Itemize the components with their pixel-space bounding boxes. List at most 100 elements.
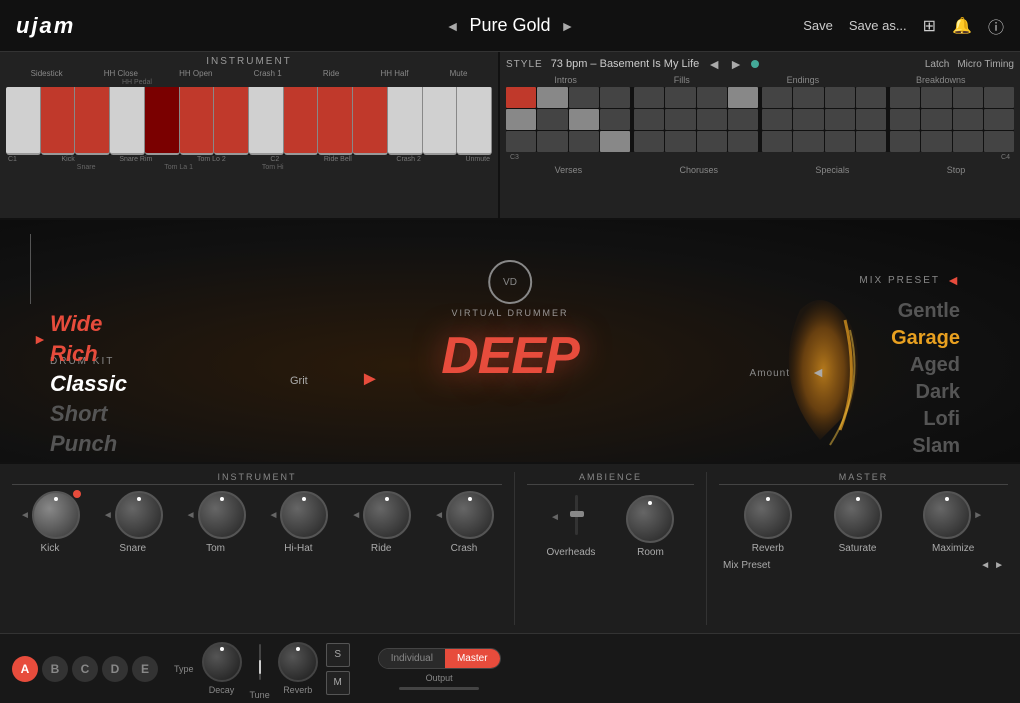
style-key[interactable]: [793, 87, 823, 108]
bell-icon[interactable]: 🔔: [952, 16, 972, 36]
style-key[interactable]: [953, 109, 983, 130]
solo-button[interactable]: S: [326, 643, 350, 667]
piano-key-d2[interactable]: [284, 87, 319, 155]
style-key[interactable]: [856, 87, 886, 108]
style-key[interactable]: [762, 87, 792, 108]
crash-knob[interactable]: [446, 491, 494, 539]
style-next-button[interactable]: ►: [729, 56, 743, 72]
style-key[interactable]: [506, 87, 536, 108]
kick-left-arrow[interactable]: ◄: [20, 510, 30, 521]
type-button-c[interactable]: C: [72, 656, 98, 682]
style-key[interactable]: [537, 87, 567, 108]
style-key[interactable]: [697, 131, 727, 152]
reverb-knob[interactable]: [744, 491, 792, 539]
style-key[interactable]: [600, 109, 630, 130]
style-key[interactable]: [665, 109, 695, 130]
piano-key-f2[interactable]: [353, 87, 388, 155]
style-key[interactable]: [506, 109, 536, 130]
hihat-knob[interactable]: [280, 491, 328, 539]
style-key[interactable]: [697, 87, 727, 108]
mix-item-slam[interactable]: Slam: [891, 435, 960, 458]
output-master-button[interactable]: Master: [445, 649, 500, 668]
maximize-right-arrow[interactable]: ►: [973, 510, 983, 521]
style-keyboard[interactable]: [506, 87, 1014, 152]
latch-label[interactable]: Latch: [925, 59, 949, 70]
style-key[interactable]: [600, 87, 630, 108]
style-key[interactable]: [728, 131, 758, 152]
piano-key-e1[interactable]: [75, 87, 110, 155]
room-knob[interactable]: [626, 495, 674, 543]
tom-knob[interactable]: [198, 491, 246, 539]
piano-key-a2[interactable]: [423, 87, 458, 155]
style-key[interactable]: [984, 109, 1014, 130]
style-prev-button[interactable]: ◄: [707, 56, 721, 72]
output-level-slider[interactable]: [399, 687, 479, 690]
save-button[interactable]: Save: [803, 18, 833, 33]
maximize-knob[interactable]: [923, 491, 971, 539]
micro-timing-label[interactable]: Micro Timing: [957, 59, 1014, 70]
style-key[interactable]: [762, 109, 792, 130]
style-key[interactable]: [825, 131, 855, 152]
master-mix-next-arrow[interactable]: ►: [994, 560, 1004, 571]
drum-kit-item-classic[interactable]: Classic: [50, 371, 127, 397]
grit-arrow[interactable]: ►: [360, 368, 380, 391]
type-button-b[interactable]: B: [42, 656, 68, 682]
type-button-a[interactable]: A: [12, 656, 38, 682]
mute-button[interactable]: M: [326, 671, 350, 695]
style-key[interactable]: [953, 87, 983, 108]
style-key-group-1[interactable]: [506, 87, 536, 152]
style-key[interactable]: [537, 109, 567, 130]
style-key[interactable]: [634, 109, 664, 130]
snare-left-arrow[interactable]: ◄: [103, 510, 113, 521]
drum-kit-item-rich[interactable]: Rich: [50, 341, 127, 367]
style-key[interactable]: [728, 109, 758, 130]
style-key[interactable]: [665, 87, 695, 108]
crash-left-arrow[interactable]: ◄: [434, 510, 444, 521]
style-key[interactable]: [921, 131, 951, 152]
ride-knob[interactable]: [363, 491, 411, 539]
hihat-left-arrow[interactable]: ◄: [268, 510, 278, 521]
reverb-toolbar-knob[interactable]: [278, 642, 318, 682]
style-key[interactable]: [856, 131, 886, 152]
style-key[interactable]: [600, 131, 630, 152]
tom-left-arrow[interactable]: ◄: [186, 510, 196, 521]
style-key[interactable]: [984, 87, 1014, 108]
style-key[interactable]: [793, 109, 823, 130]
mix-item-dark[interactable]: Dark: [891, 381, 960, 404]
master-mix-prev-arrow[interactable]: ◄: [980, 560, 990, 571]
output-individual-button[interactable]: Individual: [379, 649, 445, 668]
expand-icon[interactable]: ⊞: [923, 16, 936, 36]
saturate-knob[interactable]: [834, 491, 882, 539]
style-key[interactable]: [890, 109, 920, 130]
style-key[interactable]: [825, 109, 855, 130]
style-key-group-2[interactable]: [537, 87, 567, 152]
type-button-d[interactable]: D: [102, 656, 128, 682]
style-key[interactable]: [537, 131, 567, 152]
style-key[interactable]: [984, 131, 1014, 152]
mix-item-lofi[interactable]: Lofi: [891, 408, 960, 431]
tune-slider-handle[interactable]: [259, 660, 261, 674]
preset-prev-button[interactable]: ◄: [446, 18, 460, 34]
piano-key-e2[interactable]: [318, 87, 353, 155]
piano-key-a1[interactable]: [180, 87, 215, 155]
drum-kit-arrow[interactable]: ►: [33, 331, 47, 347]
style-key[interactable]: [762, 131, 792, 152]
style-key[interactable]: [890, 131, 920, 152]
style-key[interactable]: [506, 131, 536, 152]
style-key[interactable]: [665, 131, 695, 152]
style-key[interactable]: [697, 109, 727, 130]
piano-key-g1[interactable]: [145, 87, 180, 155]
ride-left-arrow[interactable]: ◄: [351, 510, 361, 521]
style-key[interactable]: [921, 109, 951, 130]
type-button-e[interactable]: E: [132, 656, 158, 682]
overheads-fader-handle[interactable]: [570, 511, 584, 517]
style-key[interactable]: [856, 109, 886, 130]
style-key[interactable]: [569, 87, 599, 108]
style-key[interactable]: [569, 131, 599, 152]
piano-key-b1[interactable]: [214, 87, 249, 155]
overheads-fader[interactable]: [562, 491, 592, 543]
style-key[interactable]: [953, 131, 983, 152]
tune-slider[interactable]: [259, 637, 261, 687]
drum-kit-item-punch[interactable]: Punch: [50, 431, 127, 457]
instrument-keyboard[interactable]: [6, 87, 492, 155]
